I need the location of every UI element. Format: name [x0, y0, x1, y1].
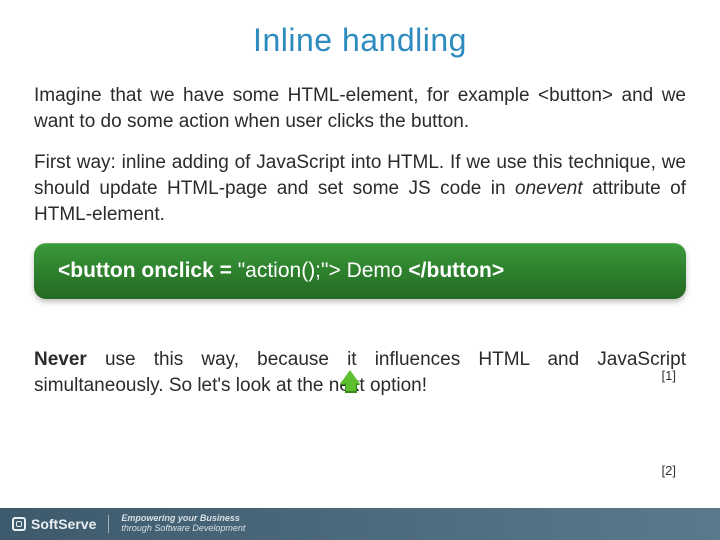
paragraph-2: First way: inline adding of JavaScript i…: [34, 150, 686, 227]
brand-logo: SoftServe: [12, 516, 96, 532]
slide-title: Inline handling: [0, 0, 720, 59]
brand-tagline: Empowering your Business through Softwar…: [121, 514, 245, 534]
paragraph-3: Never use this way, because it influence…: [34, 347, 686, 398]
slide-content: Imagine that we have some HTML-element, …: [0, 59, 720, 398]
footer-divider: [108, 515, 109, 533]
logo-icon: [12, 517, 26, 531]
up-arrow-icon: [340, 370, 360, 384]
brand-name: SoftServe: [31, 516, 96, 532]
paragraph-1: Imagine that we have some HTML-element, …: [34, 83, 686, 134]
code-example: <button onclick = "action();"> Demo </bu…: [34, 243, 686, 299]
reference-2: [2]: [662, 463, 676, 478]
footer-bar: SoftServe Empowering your Business throu…: [0, 508, 720, 540]
reference-1: [1]: [662, 368, 676, 383]
